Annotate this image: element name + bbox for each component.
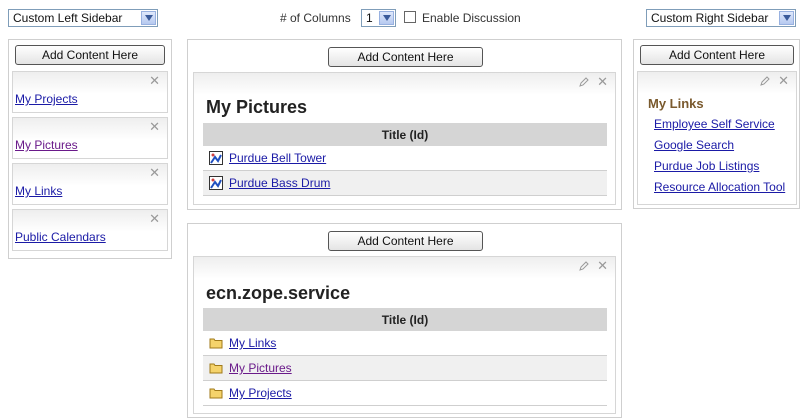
left-sidebar: Add Content Here ✕ My Projects ✕ My Pict… bbox=[8, 39, 172, 259]
portlet-controls: ✕ bbox=[760, 74, 789, 87]
pencil-icon[interactable] bbox=[760, 75, 770, 86]
columns-label: # of Columns bbox=[280, 11, 351, 25]
chevron-down-icon[interactable] bbox=[379, 11, 394, 25]
folder-icon bbox=[209, 388, 223, 399]
service-link-my-links[interactable]: My Links bbox=[229, 336, 276, 350]
table-row: My Links bbox=[203, 331, 607, 356]
center-column-top: Add Content Here ✕ My Pictures Title (Id… bbox=[187, 39, 622, 210]
table-header: Title (Id) bbox=[203, 308, 607, 331]
add-content-button[interactable]: Add Content Here bbox=[15, 45, 165, 65]
picture-link-bell-tower[interactable]: Purdue Bell Tower bbox=[229, 151, 326, 165]
table-header: Title (Id) bbox=[203, 123, 607, 146]
right-link-employee-self-service[interactable]: Employee Self Service bbox=[654, 117, 775, 131]
add-content-button[interactable]: Add Content Here bbox=[328, 47, 483, 67]
close-icon[interactable]: ✕ bbox=[597, 259, 608, 272]
left-sidebar-select-value: Custom Left Sidebar bbox=[13, 11, 123, 25]
pencil-icon[interactable] bbox=[579, 76, 589, 87]
columns-select-value: 1 bbox=[366, 11, 373, 25]
picture-link-bass-drum[interactable]: Purdue Bass Drum bbox=[229, 176, 330, 190]
my-links-portlet: ✕ My Links Employee Self Service Google … bbox=[637, 71, 797, 205]
close-icon[interactable]: ✕ bbox=[149, 74, 160, 87]
right-link-resource-allocation-tool[interactable]: Resource Allocation Tool bbox=[654, 180, 785, 194]
columns-select[interactable]: 1 bbox=[361, 9, 396, 27]
close-icon[interactable]: ✕ bbox=[778, 74, 789, 87]
list-item: ✕ My Projects bbox=[12, 71, 168, 113]
service-portlet: ✕ ecn.zope.service Title (Id) My Links M… bbox=[193, 256, 616, 414]
left-link-my-links[interactable]: My Links bbox=[15, 184, 62, 198]
close-icon[interactable]: ✕ bbox=[597, 75, 608, 88]
service-title: ecn.zope.service bbox=[206, 283, 351, 303]
portlet-controls: ✕ bbox=[579, 75, 608, 88]
right-link-google-search[interactable]: Google Search bbox=[654, 138, 734, 152]
list-item: ✕ Public Calendars bbox=[12, 209, 168, 251]
folder-icon bbox=[209, 338, 223, 349]
my-links-title: My Links bbox=[648, 96, 704, 111]
pictures-portlet: ✕ My Pictures Title (Id) Purdue Bell Tow… bbox=[193, 72, 616, 205]
chevron-down-icon[interactable] bbox=[141, 11, 156, 25]
service-link-my-projects[interactable]: My Projects bbox=[229, 386, 292, 400]
enable-discussion-checkbox[interactable] bbox=[404, 11, 416, 23]
right-sidebar-select-value: Custom Right Sidebar bbox=[651, 11, 769, 25]
pictures-title: My Pictures bbox=[206, 97, 308, 117]
right-link-purdue-job-listings[interactable]: Purdue Job Listings bbox=[654, 159, 759, 173]
table-row: My Projects bbox=[203, 381, 607, 406]
left-link-my-projects[interactable]: My Projects bbox=[15, 92, 78, 106]
center-column-bottom: Add Content Here ✕ ecn.zope.service Titl… bbox=[187, 223, 622, 418]
close-icon[interactable]: ✕ bbox=[149, 212, 160, 225]
table-row: Purdue Bell Tower bbox=[203, 146, 607, 171]
portlet-controls: ✕ bbox=[579, 259, 608, 272]
right-sidebar: Add Content Here ✕ My Links Employee Sel… bbox=[633, 39, 800, 209]
chevron-down-icon[interactable] bbox=[779, 11, 794, 25]
left-sidebar-select[interactable]: Custom Left Sidebar bbox=[8, 9, 158, 27]
add-content-button[interactable]: Add Content Here bbox=[328, 231, 483, 251]
pencil-icon[interactable] bbox=[579, 260, 589, 271]
list-item: ✕ My Links bbox=[12, 163, 168, 205]
image-icon bbox=[209, 176, 223, 190]
service-link-my-pictures[interactable]: My Pictures bbox=[229, 361, 292, 375]
list-item: ✕ My Pictures bbox=[12, 117, 168, 159]
table-row: My Pictures bbox=[203, 356, 607, 381]
left-link-my-pictures[interactable]: My Pictures bbox=[15, 138, 78, 152]
add-content-button[interactable]: Add Content Here bbox=[640, 45, 794, 65]
enable-discussion-label: Enable Discussion bbox=[422, 11, 521, 25]
table-row: Purdue Bass Drum bbox=[203, 171, 607, 196]
image-icon bbox=[209, 151, 223, 165]
folder-icon bbox=[209, 363, 223, 374]
right-sidebar-select[interactable]: Custom Right Sidebar bbox=[646, 9, 796, 27]
close-icon[interactable]: ✕ bbox=[149, 120, 160, 133]
close-icon[interactable]: ✕ bbox=[149, 166, 160, 179]
left-link-public-calendars[interactable]: Public Calendars bbox=[15, 230, 106, 244]
